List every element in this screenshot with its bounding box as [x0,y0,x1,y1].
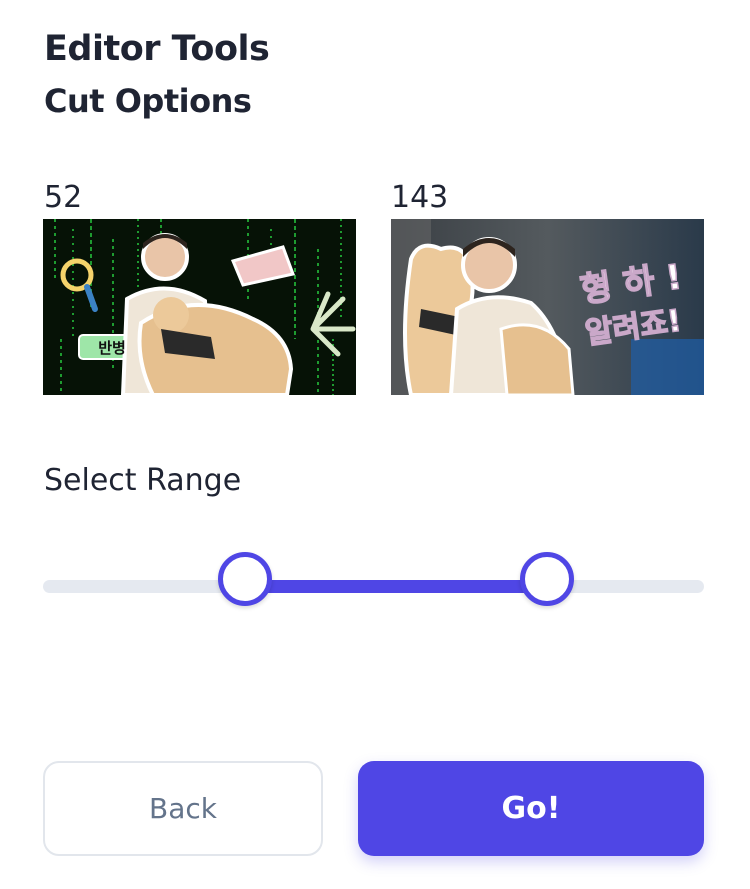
start-frame-number: 52 [44,180,83,215]
range-end-handle[interactable] [520,552,574,606]
end-frame-number: 143 [391,180,449,215]
go-button-label: Go! [501,791,561,826]
range-label: Select Range [44,463,242,498]
range-start-handle[interactable] [218,552,272,606]
back-button-label: Back [149,792,217,825]
start-thumbnail-caption: 반병 [98,339,126,357]
page-subtitle: Cut Options [44,82,252,120]
page-title: Editor Tools [44,29,270,69]
back-button[interactable]: Back [43,761,323,856]
go-button[interactable]: Go! [358,761,704,856]
start-frame-thumbnail: 반병 [43,219,356,395]
end-frame-thumbnail: 형 하 ! 알려죠! [391,219,704,395]
range-slider-selection [242,580,544,593]
